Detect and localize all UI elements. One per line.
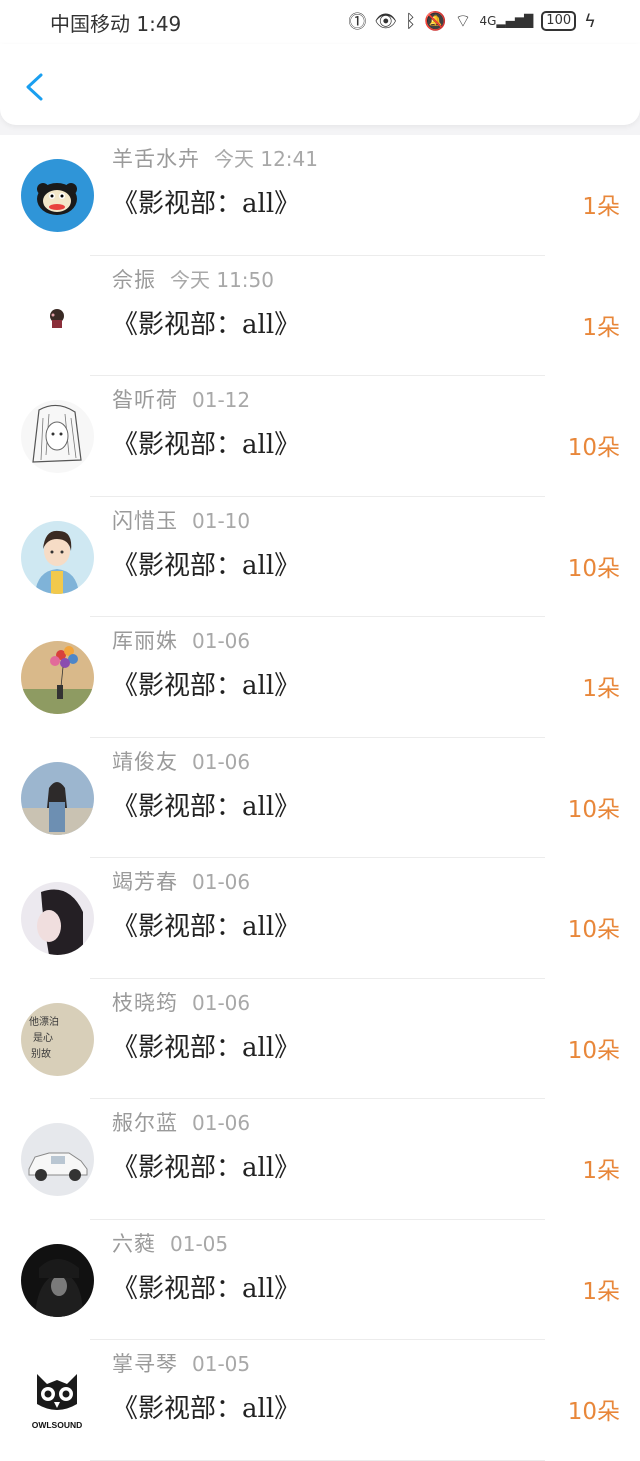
sender-name: 佘振 [112,267,156,292]
mute-bell-icon: 🔕 [424,10,447,32]
hd-icon: ⓵ [348,12,367,33]
item-title: 《影视部：all》 [112,1153,301,1183]
sender-name: 赧尔蓝 [112,1111,178,1135]
item-title: 《影视部：all》 [112,189,301,219]
flower-count: 1朵 [582,676,620,702]
item-meta: 竭芳春 01-06 [112,866,250,896]
timestamp: 01-06 [192,990,251,1015]
item-title: 《影视部：all》 [112,1273,301,1304]
back-chevron-icon[interactable] [22,72,48,102]
item-title: 《影视部：all》 [112,1032,301,1063]
carrier-time: 中国移动 1:49 [50,12,182,36]
timestamp: 01-06 [192,1111,251,1135]
item-title: 《影视部：all》 [112,550,301,581]
avatar-balloons [21,641,94,714]
list-item-8[interactable]: 他漂泊是心别故 枝晓筠 01-06 《影视部：all》 10朵 [0,979,640,1099]
charging-icon: ϟ [584,10,596,32]
sender-name: 羊舌水卉 [112,147,200,171]
timestamp: 今天 11:50 [170,267,274,292]
timestamp: 01-06 [192,749,251,774]
status-icons: ⓵ 👁 ᛒ 🔕 ⌔ 4G▂▄▆█ 100 ϟ [348,8,596,34]
avatar-vintage-car [21,1123,94,1196]
item-meta: 赧尔蓝 01-06 [112,1107,250,1137]
list-item-10[interactable]: 六蕤 01-05 《影视部：all》 1朵 [0,1220,640,1340]
flower-count: 1朵 [582,1278,620,1305]
item-title: 《影视部：all》 [112,912,301,942]
list-item-5[interactable]: 厍丽姝 01-06 《影视部：all》 1朵 [0,617,640,738]
flower-count: 10朵 [567,917,620,943]
avatar-monkey [21,159,94,232]
sender-name: 闪惜玉 [112,508,178,533]
list-item-11[interactable]: OWLSOUND 掌寻琴 01-05 《影视部：all》 10朵 [0,1340,640,1461]
signal-icon: 4G▂▄▆█ [479,14,534,28]
item-title: 《影视部：all》 [112,430,301,460]
item-meta: 枝晓筠 01-06 [112,987,250,1017]
bluetooth-icon: ᛒ [405,10,417,32]
sender-name: 枝晓筠 [112,990,178,1015]
status-bar: 中国移动 1:49 ⓵ 👁 ᛒ 🔕 ⌔ 4G▂▄▆█ 100 ϟ [0,0,640,44]
timestamp: 01-10 [192,508,251,533]
item-meta: 佘振 今天 11:50 [112,264,274,294]
timestamp: 01-05 [170,1231,229,1256]
list-item-6[interactable]: 靖俊友 01-06 《影视部：all》 10朵 [0,738,640,858]
flower-count: 10朵 [567,1399,620,1425]
item-title: 《影视部：all》 [112,309,301,340]
wifi-icon: ⌔ [454,10,472,32]
avatar-dark-hair [21,882,94,955]
avatar-sketch-girl [21,400,94,473]
battery-icon: 100 [541,11,577,31]
sender-name: 昝听荷 [112,388,178,412]
sender-name: 六蕤 [112,1231,156,1256]
timestamp: 01-12 [192,388,251,412]
flower-count: 10朵 [567,796,620,823]
item-meta: 六蕤 01-05 [112,1228,228,1258]
list-item-4[interactable]: 闪惜玉 01-10 《影视部：all》 10朵 [0,497,640,617]
avatar-small-figure [21,279,94,353]
item-meta: 羊舌水卉 今天 12:41 [112,143,318,173]
flower-count: 1朵 [582,314,620,341]
avatar-dark-portrait [21,1243,94,1317]
item-title: 《影视部：all》 [112,671,301,701]
list-item-1[interactable]: 羊舌水卉 今天 12:41 《影视部：all》 1朵 [0,135,640,256]
item-meta: 靖俊友 01-06 [112,746,250,776]
item-meta: 闪惜玉 01-10 [112,505,250,535]
list-item-7[interactable]: 竭芳春 01-06 《影视部：all》 10朵 [0,858,640,979]
flower-count: 10朵 [567,435,620,461]
sender-name: 厍丽姝 [112,629,178,653]
eye-icon: 👁 [374,10,398,32]
avatar-beach-girl [21,761,94,835]
avatar-owl-logo: OWLSOUND [21,1364,94,1437]
item-meta: 昝听荷 01-12 [112,384,250,414]
svg-text:OWLSOUND: OWLSOUND [32,1420,83,1430]
list-item-3[interactable]: 昝听荷 01-12 《影视部：all》 10朵 [0,376,640,497]
svg-text:别故: 别故 [31,1047,51,1060]
svg-text:他漂泊: 他漂泊 [29,1015,59,1028]
item-meta: 掌寻琴 01-05 [112,1348,250,1378]
sender-name: 掌寻琴 [112,1352,178,1376]
list-item-2[interactable]: 佘振 今天 11:50 《影视部：all》 1朵 [0,256,640,376]
gift-list: 羊舌水卉 今天 12:41 《影视部：all》 1朵 佘振 今天 11:50 《影视… [0,135,640,1461]
sender-name: 靖俊友 [112,749,178,774]
timestamp: 01-06 [192,629,251,653]
timestamp: 今天 12:41 [214,147,318,171]
timestamp: 01-06 [192,870,251,894]
avatar-cartoon-girl [21,520,94,594]
item-title: 《影视部：all》 [112,1394,301,1424]
flower-count: 1朵 [582,1158,620,1184]
timestamp: 01-05 [192,1352,251,1376]
list-item-9[interactable]: 赧尔蓝 01-06 《影视部：all》 1朵 [0,1099,640,1220]
avatar-handwriting: 他漂泊 是心 别故 [21,1002,94,1076]
nav-bar [0,44,640,125]
svg-text:是心: 是心 [33,1032,53,1044]
sender-name: 竭芳春 [112,870,178,894]
flower-count: 1朵 [582,194,620,220]
flower-count: 10朵 [567,1037,620,1064]
divider [90,1459,545,1461]
flower-count: 10朵 [567,555,620,582]
item-title: 《影视部：all》 [112,791,301,822]
item-meta: 厍丽姝 01-06 [112,625,250,655]
